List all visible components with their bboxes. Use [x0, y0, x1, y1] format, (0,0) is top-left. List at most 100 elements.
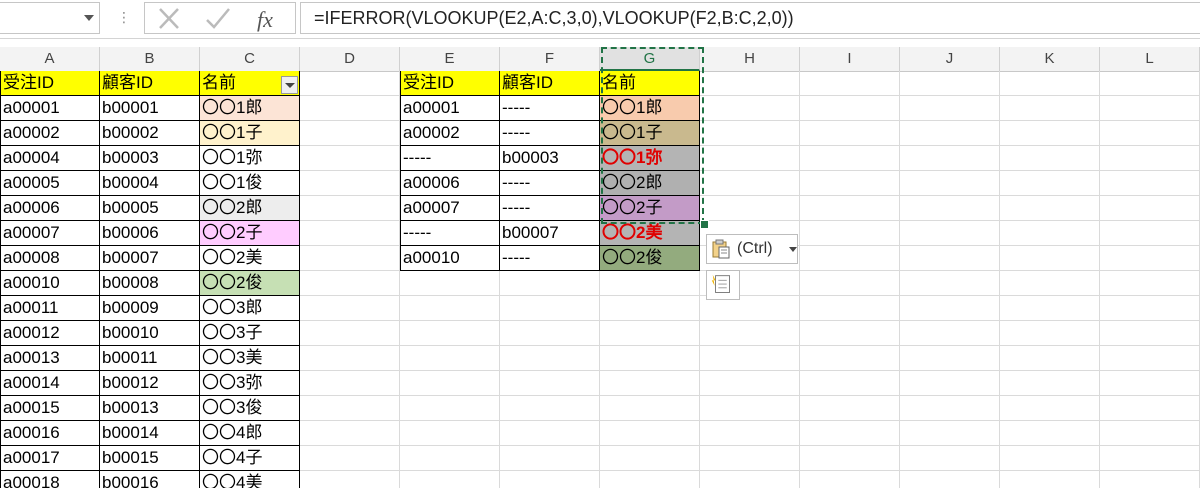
- right-customer-id[interactable]: -----: [500, 196, 600, 221]
- right-name[interactable]: 〇〇2俊: [600, 246, 700, 271]
- empty-cell[interactable]: [300, 121, 400, 146]
- empty-cell[interactable]: [1100, 71, 1200, 96]
- right-customer-id[interactable]: b00007: [500, 221, 600, 246]
- right-customer-id[interactable]: -----: [500, 121, 600, 146]
- empty-cell[interactable]: [900, 121, 1000, 146]
- empty-cell[interactable]: [900, 171, 1000, 196]
- empty-cell[interactable]: [1100, 271, 1200, 296]
- empty-cell[interactable]: [1000, 171, 1100, 196]
- left-name[interactable]: 〇〇2美: [200, 246, 300, 271]
- right-name[interactable]: 〇〇1弥: [600, 146, 700, 171]
- column-header-c[interactable]: C: [200, 47, 300, 71]
- empty-cell[interactable]: [1000, 271, 1100, 296]
- left-customer-id[interactable]: b00002: [100, 121, 200, 146]
- empty-cell[interactable]: [1000, 396, 1100, 421]
- left-customer-id[interactable]: b00011: [100, 346, 200, 371]
- left-name[interactable]: 〇〇4子: [200, 446, 300, 471]
- empty-cell[interactable]: [700, 421, 800, 446]
- empty-cell[interactable]: [700, 346, 800, 371]
- left-order-id[interactable]: a00005: [0, 171, 100, 196]
- right-table-header[interactable]: 顧客ID: [500, 71, 600, 96]
- right-name[interactable]: 〇〇1子: [600, 121, 700, 146]
- column-header-h[interactable]: H: [700, 47, 800, 71]
- empty-cell[interactable]: [1000, 471, 1100, 488]
- empty-cell[interactable]: [1100, 221, 1200, 246]
- empty-cell[interactable]: [300, 396, 400, 421]
- empty-cell[interactable]: [500, 471, 600, 488]
- empty-cell[interactable]: [300, 271, 400, 296]
- empty-cell[interactable]: [400, 346, 500, 371]
- empty-cell[interactable]: [900, 396, 1000, 421]
- empty-cell[interactable]: [600, 271, 700, 296]
- empty-cell[interactable]: [800, 296, 900, 321]
- empty-cell[interactable]: [800, 121, 900, 146]
- empty-cell[interactable]: [900, 221, 1000, 246]
- empty-cell[interactable]: [900, 421, 1000, 446]
- left-name[interactable]: 〇〇2俊: [200, 271, 300, 296]
- left-order-id[interactable]: a00004: [0, 146, 100, 171]
- empty-cell[interactable]: [1100, 296, 1200, 321]
- empty-cell[interactable]: [700, 171, 800, 196]
- paste-options-button[interactable]: (Ctrl): [706, 234, 798, 264]
- chevron-down-icon[interactable]: [789, 247, 797, 252]
- empty-cell[interactable]: [300, 421, 400, 446]
- fill-handle[interactable]: [700, 220, 709, 229]
- column-header-k[interactable]: K: [1000, 47, 1100, 71]
- empty-cell[interactable]: [300, 96, 400, 121]
- empty-cell[interactable]: [1100, 421, 1200, 446]
- empty-cell[interactable]: [900, 246, 1000, 271]
- empty-cell[interactable]: [1000, 446, 1100, 471]
- empty-cell[interactable]: [1000, 371, 1100, 396]
- left-order-id[interactable]: a00010: [0, 271, 100, 296]
- right-name[interactable]: 〇〇1郎: [600, 96, 700, 121]
- right-name[interactable]: 〇〇2美: [600, 221, 700, 246]
- left-name[interactable]: 〇〇2子: [200, 221, 300, 246]
- empty-cell[interactable]: [1100, 471, 1200, 488]
- column-header-j[interactable]: J: [900, 47, 1000, 71]
- empty-cell[interactable]: [1000, 246, 1100, 271]
- empty-cell[interactable]: [700, 446, 800, 471]
- left-name[interactable]: 〇〇1郎: [200, 96, 300, 121]
- right-order-id[interactable]: a00001: [400, 96, 500, 121]
- left-name[interactable]: 〇〇2郎: [200, 196, 300, 221]
- empty-cell[interactable]: [800, 196, 900, 221]
- more-options-icon[interactable]: ⋮: [117, 8, 131, 28]
- empty-cell[interactable]: [900, 346, 1000, 371]
- left-order-id[interactable]: a00017: [0, 446, 100, 471]
- empty-cell[interactable]: [900, 146, 1000, 171]
- right-order-id[interactable]: a00002: [400, 121, 500, 146]
- empty-cell[interactable]: [300, 371, 400, 396]
- cancel-icon[interactable]: [155, 6, 185, 32]
- empty-cell[interactable]: [700, 321, 800, 346]
- chevron-down-icon[interactable]: [84, 15, 94, 21]
- left-order-id[interactable]: a00016: [0, 421, 100, 446]
- empty-cell[interactable]: [900, 321, 1000, 346]
- left-table-header[interactable]: 顧客ID: [100, 71, 200, 96]
- name-box[interactable]: [0, 2, 100, 34]
- empty-cell[interactable]: [600, 371, 700, 396]
- left-order-id[interactable]: a00013: [0, 346, 100, 371]
- right-order-id[interactable]: a00006: [400, 171, 500, 196]
- left-customer-id[interactable]: b00014: [100, 421, 200, 446]
- empty-cell[interactable]: [700, 96, 800, 121]
- empty-cell[interactable]: [300, 296, 400, 321]
- function-icon[interactable]: fx: [253, 6, 283, 32]
- empty-cell[interactable]: [600, 346, 700, 371]
- empty-cell[interactable]: [1000, 296, 1100, 321]
- left-customer-id[interactable]: b00001: [100, 96, 200, 121]
- empty-cell[interactable]: [800, 71, 900, 96]
- formula-input[interactable]: =IFERROR(VLOOKUP(E2,A:C,3,0),VLOOKUP(F2,…: [300, 2, 1200, 34]
- empty-cell[interactable]: [500, 296, 600, 321]
- empty-cell[interactable]: [300, 71, 400, 96]
- filter-dropdown-icon[interactable]: [281, 76, 298, 94]
- empty-cell[interactable]: [300, 471, 400, 488]
- empty-cell[interactable]: [700, 371, 800, 396]
- empty-cell[interactable]: [500, 446, 600, 471]
- left-order-id[interactable]: a00007: [0, 221, 100, 246]
- left-customer-id[interactable]: b00008: [100, 271, 200, 296]
- empty-cell[interactable]: [800, 446, 900, 471]
- empty-cell[interactable]: [500, 321, 600, 346]
- empty-cell[interactable]: [1100, 396, 1200, 421]
- empty-cell[interactable]: [900, 471, 1000, 488]
- empty-cell[interactable]: [600, 446, 700, 471]
